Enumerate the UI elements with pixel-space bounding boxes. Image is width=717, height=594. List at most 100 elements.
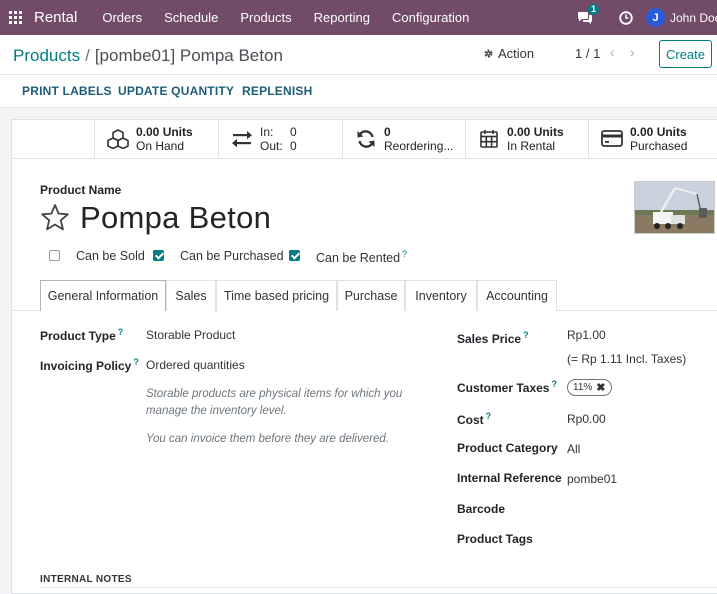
help-icon[interactable]: ? <box>118 327 124 337</box>
product-type-label-text: Product Type <box>40 329 116 343</box>
replenish-button[interactable]: REPLENISH <box>242 84 312 98</box>
breadcrumb: Products / [pombe01] Pompa Beton <box>13 46 283 66</box>
menu-configuration[interactable]: Configuration <box>392 10 469 25</box>
clock-icon[interactable] <box>619 10 633 25</box>
product-image[interactable] <box>634 181 715 234</box>
purchased-label: Purchased <box>630 138 688 153</box>
app-name[interactable]: Rental <box>34 9 77 26</box>
customer-taxes-label-text: Customer Taxes <box>457 381 550 395</box>
in-label: In: <box>260 124 274 139</box>
in-value: 0 <box>290 124 297 139</box>
in-rental-value: 0.00 Units <box>507 124 564 139</box>
tax-tag-label: 11% <box>573 382 593 393</box>
can-be-rented-text: Can be Rented <box>316 251 401 266</box>
product-category-field[interactable]: All <box>567 442 580 456</box>
internal-notes-divider <box>40 587 717 588</box>
user-name[interactable]: John Doe <box>670 11 717 25</box>
help-icon[interactable]: ? <box>402 249 407 259</box>
create-button[interactable]: Create <box>659 40 712 68</box>
can-be-rented-label: Can be Rented? <box>316 249 407 265</box>
invoicing-policy-label-text: Invoicing Policy <box>40 359 132 373</box>
product-type-field[interactable]: Storable Product <box>146 328 235 342</box>
out-value: 0 <box>290 138 297 153</box>
purchased-value: 0.00 Units <box>630 124 687 139</box>
product-type-label: Product Type? <box>40 327 123 343</box>
cost-field[interactable]: Rp0.00 <box>567 412 606 426</box>
breadcrumb-products-link[interactable]: Products <box>13 46 80 65</box>
avatar[interactable]: J <box>646 8 665 27</box>
note-line: Storable products are physical items for… <box>146 388 403 400</box>
can-be-sold-checkbox[interactable] <box>49 250 60 261</box>
cubes-icon <box>107 128 129 150</box>
internal-reference-label: Internal Reference <box>457 471 562 485</box>
reordering-value: 0 <box>384 124 391 139</box>
internal-notes-label: INTERNAL NOTES <box>40 574 132 585</box>
out-label: Out: <box>260 138 283 153</box>
star-icon[interactable] <box>40 203 70 235</box>
exchange-arrows-icon <box>231 128 253 150</box>
help-icon[interactable]: ? <box>133 357 139 367</box>
can-be-rented-checkbox[interactable] <box>289 250 300 261</box>
tab-accounting[interactable]: Accounting <box>477 280 557 311</box>
menu-products[interactable]: Products <box>240 10 291 25</box>
help-icon[interactable]: ? <box>523 330 529 340</box>
cost-label-text: Cost <box>457 413 484 427</box>
sales-price-field[interactable]: Rp1.00 <box>567 328 606 342</box>
menu-reporting[interactable]: Reporting <box>314 10 370 25</box>
breadcrumb-current: [pombe01] Pompa Beton <box>94 46 283 65</box>
in-out-button[interactable]: In: 0 Out: 0 <box>218 119 342 158</box>
tax-tag[interactable]: 11% ✖ <box>567 379 612 396</box>
customer-taxes-label: Customer Taxes? <box>457 379 557 395</box>
print-labels-button[interactable]: PRINT LABELS <box>22 84 112 98</box>
cost-label: Cost? <box>457 411 491 427</box>
invoicing-policy-label: Invoicing Policy? <box>40 357 139 373</box>
product-name-label: Product Name <box>40 183 122 197</box>
chat-icon[interactable]: 1 <box>577 3 600 25</box>
can-be-purchased-label: Can be Purchased <box>180 249 284 263</box>
control-panel: Products / [pombe01] Pompa Beton Action 1 … <box>0 35 717 75</box>
product-category-label: Product Category <box>457 441 558 455</box>
tab-inventory[interactable]: Inventory <box>405 280 477 311</box>
menu-schedule[interactable]: Schedule <box>164 10 218 25</box>
product-name-field[interactable]: Pompa Beton <box>80 200 271 236</box>
form-header: PRINT LABELS UPDATE QUANTITY REPLENISH <box>0 75 717 108</box>
action-label: Action <box>498 46 535 61</box>
on-hand-label: On Hand <box>136 138 185 153</box>
help-icon[interactable]: ? <box>486 411 492 421</box>
note-line: manage the inventory level. <box>146 405 287 417</box>
sales-price-label: Sales Price? <box>457 330 529 346</box>
can-be-purchased-checkbox[interactable] <box>153 250 164 261</box>
chevron-left-icon[interactable]: ‹ <box>610 44 615 60</box>
pager-value[interactable]: 1 / 1 <box>575 46 600 61</box>
chevron-right-icon[interactable]: › <box>630 44 635 60</box>
tab-purchase[interactable]: Purchase <box>337 280 405 311</box>
help-icon[interactable]: ? <box>551 379 557 389</box>
close-icon[interactable]: ✖ <box>596 381 605 394</box>
tab-general-information[interactable]: General Information <box>40 280 166 311</box>
on-hand-button[interactable]: 0.00 Units On Hand <box>94 119 218 158</box>
refresh-icon <box>355 128 377 150</box>
menu-orders[interactable]: Orders <box>102 10 142 25</box>
smart-buttons: 0.00 Units On Hand In: 0 Out: 0 0 Reorderi… <box>11 119 717 159</box>
reordering-button[interactable]: 0 Reordering... <box>342 119 465 158</box>
purchased-button[interactable]: 0.00 Units Purchased <box>588 119 717 158</box>
chat-badge: 1 <box>588 3 600 15</box>
action-button[interactable]: Action <box>483 46 534 61</box>
product-tags-label: Product Tags <box>457 532 533 546</box>
calendar-icon <box>478 128 500 150</box>
sales-price-label-text: Sales Price <box>457 332 522 346</box>
invoicing-policy-field[interactable]: Ordered quantities <box>146 358 245 372</box>
tab-sales[interactable]: Sales <box>166 280 216 311</box>
on-hand-value: 0.00 Units <box>136 124 193 139</box>
tab-time-based-pricing[interactable]: Time based pricing <box>216 280 337 311</box>
internal-reference-field[interactable]: pombe01 <box>567 472 617 486</box>
top-navbar: Rental Orders Schedule Products Reportin… <box>0 0 717 35</box>
in-rental-button[interactable]: 0.00 Units In Rental <box>465 119 588 158</box>
sales-price-incl-taxes: (= Rp 1.11 Incl. Taxes) <box>567 352 687 366</box>
update-quantity-button[interactable]: UPDATE QUANTITY <box>118 84 234 98</box>
credit-card-icon <box>601 128 623 150</box>
apps-grid-icon[interactable] <box>9 10 23 25</box>
reordering-label: Reordering... <box>384 138 454 153</box>
breadcrumb-separator: / <box>85 46 90 65</box>
invoicing-note: You can invoice them before they are del… <box>146 433 389 445</box>
